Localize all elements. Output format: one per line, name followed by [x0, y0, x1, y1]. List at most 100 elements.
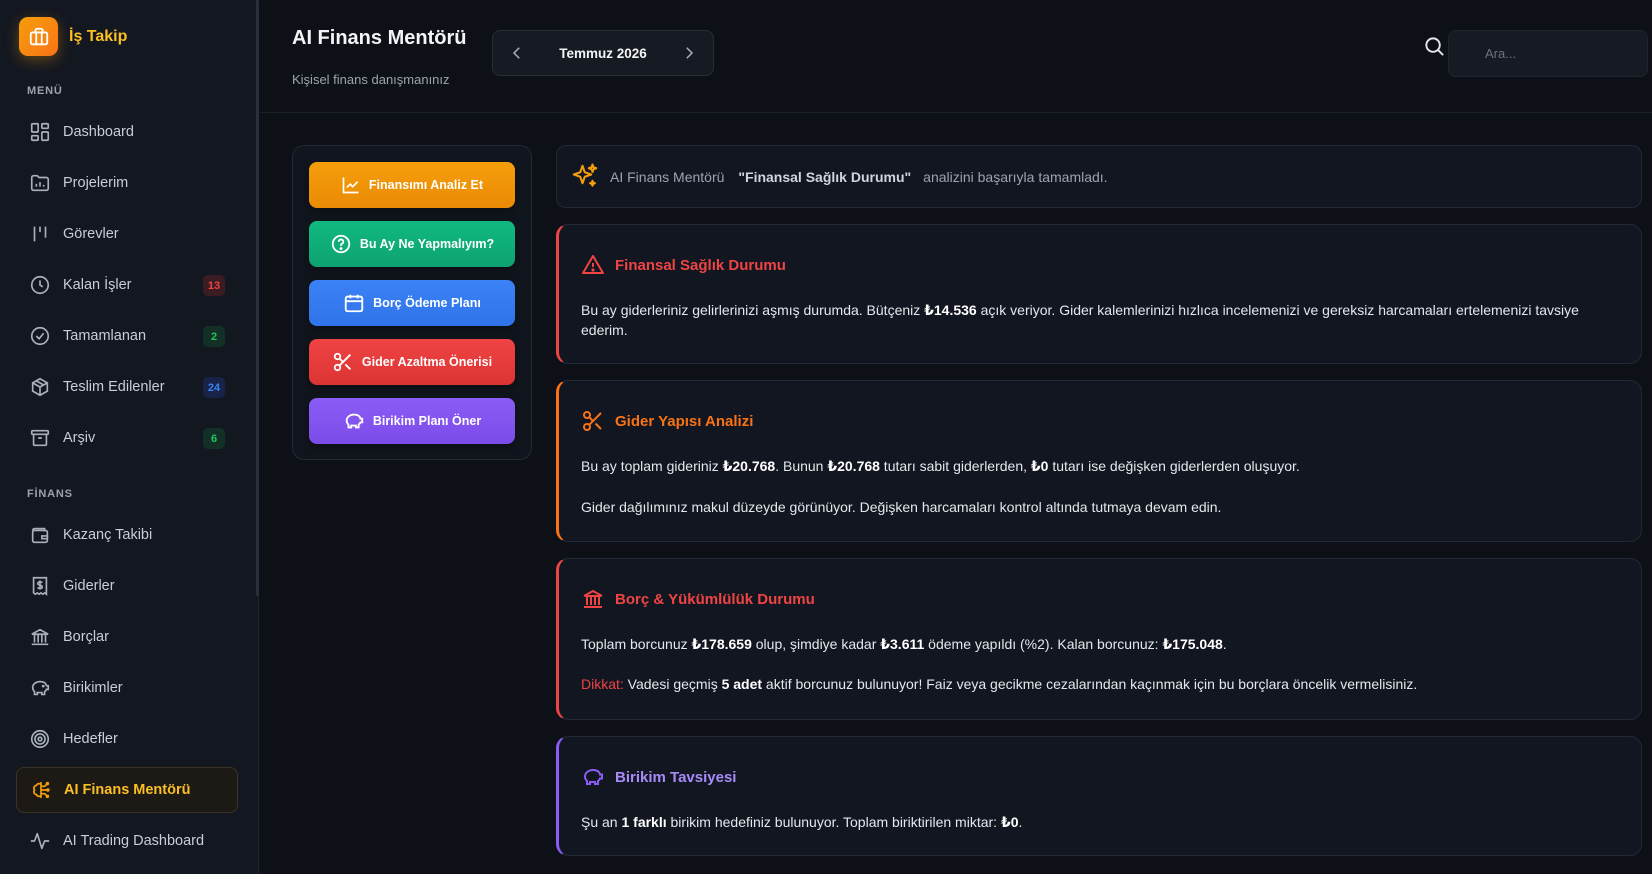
- text: olup, şimdiye kadar: [751, 636, 881, 652]
- notice-highlight: "Finansal Sağlık Durumu": [738, 168, 912, 185]
- sidebar-item-completed[interactable]: Tamamlanan 2: [16, 313, 238, 359]
- sidebar-item-expenses[interactable]: Giderler: [16, 563, 238, 609]
- notice-prefix: AI Finans Mentörü: [610, 168, 725, 185]
- count-badge: 24: [203, 377, 225, 398]
- month-picker: Temmuz 2026: [492, 30, 714, 76]
- analyze-finance-button[interactable]: Finansımı Analiz Et: [309, 162, 515, 208]
- app-logo[interactable]: İş Takip: [19, 17, 127, 56]
- text: Bu ay giderleriniz gelirlerinizi aşmış d…: [581, 302, 925, 318]
- count-badge: 2: [203, 326, 225, 347]
- fixed-expense: ₺20.768: [827, 458, 880, 474]
- text: tutarı ise değişken giderlerden oluşuyor…: [1048, 458, 1300, 474]
- page-title: AI Finans Mentörü: [292, 27, 467, 49]
- package-icon: [28, 375, 52, 399]
- card-title: Borç & Yükümlülük Durumu: [581, 587, 815, 611]
- text: . Bunun: [775, 458, 828, 474]
- sidebar-item-tasks[interactable]: Görevler: [16, 211, 238, 257]
- chevron-right-icon[interactable]: [677, 41, 701, 65]
- piggy-bank-icon: [28, 676, 52, 700]
- notice-suffix: analizini başarıyla tamamladı.: [923, 168, 1108, 185]
- count-badge: 6: [203, 428, 225, 449]
- sidebar-item-label: Giderler: [63, 578, 115, 594]
- sidebar-item-label: Kalan İşler: [63, 277, 132, 293]
- sidebar-item-archive[interactable]: Arşiv 6: [16, 415, 238, 461]
- debt-status-card: Borç & Yükümlülük Durumu Toplam borcunuz…: [556, 558, 1642, 720]
- paid-amount: ₺3.611: [880, 636, 925, 652]
- scissors-icon: [332, 351, 354, 373]
- folder-icon: [28, 171, 52, 195]
- card-body: Bu ay toplam gideriniz ₺20.768. Bunun ₺2…: [581, 456, 1619, 476]
- sidebar-item-dashboard[interactable]: Dashboard: [16, 109, 238, 155]
- financial-health-card: Finansal Sağlık Durumu Bu ay giderlerini…: [556, 224, 1642, 364]
- scissors-icon: [581, 409, 605, 433]
- sidebar-item-label: Görevler: [63, 226, 119, 242]
- card-title: Birikim Tavsiyesi: [581, 765, 736, 789]
- sidebar-scrollbar[interactable]: [256, 0, 259, 596]
- chevron-left-icon[interactable]: [505, 41, 529, 65]
- piggy-bank-icon: [343, 410, 365, 432]
- sidebar-item-projects[interactable]: Projelerim: [16, 160, 238, 206]
- sidebar-item-label: Birikimler: [63, 680, 123, 696]
- sidebar-item-savings[interactable]: Birikimler: [16, 665, 238, 711]
- sidebar-item-debts[interactable]: Borçlar: [16, 614, 238, 660]
- ai-actions-panel: Finansımı Analiz Et Bu Ay Ne Yapmalıyım?…: [292, 145, 532, 460]
- finance-section-label: FİNANS: [27, 488, 73, 500]
- text: Şu an: [581, 814, 622, 830]
- text: birikim hedefiniz bulunuyor. Toplam biri…: [666, 814, 1001, 830]
- variable-expense: ₺0: [1030, 458, 1049, 474]
- wallet-icon: [28, 523, 52, 547]
- sidebar-item-earnings[interactable]: Kazanç Takibi: [16, 512, 238, 558]
- clock-icon: [28, 273, 52, 297]
- card-title-text: Finansal Sağlık Durumu: [615, 256, 786, 274]
- sidebar-item-label: Teslim Edilenler: [63, 379, 165, 395]
- text: .: [1222, 636, 1227, 652]
- sidebar-item-ai-finance-mentor[interactable]: AI Finans Mentörü: [16, 767, 238, 813]
- search-icon[interactable]: [1423, 35, 1446, 63]
- card-body: Şu an 1 farklı birikim hedefiniz bulunuy…: [581, 812, 1619, 832]
- app-name: İş Takip: [69, 27, 128, 45]
- card-title: Finansal Sağlık Durumu: [581, 253, 786, 277]
- analysis-complete-notice: AI Finans Mentörü "Finansal Sağlık Durum…: [556, 145, 1642, 208]
- text: ödeme yapıldı (%2). Kalan borcunuz:: [924, 636, 1163, 652]
- saved-amount: ₺0: [1000, 814, 1019, 830]
- expense-reduction-button[interactable]: Gider Azaltma Önerisi: [309, 339, 515, 385]
- expense-structure-card: Gider Yapısı Analizi Bu ay toplam gideri…: [556, 380, 1642, 542]
- monthly-advice-button[interactable]: Bu Ay Ne Yapmalıyım?: [309, 221, 515, 267]
- sidebar: İş Takip MENÜ Dashboard Projelerim Görev…: [0, 0, 259, 874]
- savings-plan-button[interactable]: Birikim Planı Öner: [309, 398, 515, 444]
- page-subtitle: Kişisel finans danışmanınız: [292, 72, 450, 87]
- count-badge: 13: [203, 275, 225, 296]
- card-title-text: Birikim Tavsiyesi: [615, 768, 737, 786]
- menu-section-label: MENÜ: [27, 85, 63, 97]
- sidebar-item-delivered[interactable]: Teslim Edilenler 24: [16, 364, 238, 410]
- text: Vadesi geçmiş: [623, 676, 722, 692]
- text: tutarı sabit giderlerden,: [879, 458, 1031, 474]
- sidebar-item-label: AI Trading Dashboard: [63, 833, 205, 849]
- remaining-debt: ₺175.048: [1162, 636, 1223, 652]
- check-circle-icon: [28, 324, 52, 348]
- dashboard-icon: [28, 120, 52, 144]
- search-input[interactable]: [1448, 30, 1648, 77]
- overdue-count: 5 adet: [721, 676, 763, 692]
- total-expense: ₺20.768: [722, 458, 776, 474]
- debt-payment-plan-button[interactable]: Borç Ödeme Planı: [309, 280, 515, 326]
- sidebar-item-ai-trading-dashboard[interactable]: AI Trading Dashboard: [16, 818, 238, 864]
- sidebar-item-label: Hedefler: [63, 731, 118, 747]
- sidebar-item-label: AI Finans Mentörü: [64, 782, 191, 798]
- piggy-bank-icon: [581, 765, 605, 789]
- target-icon: [28, 727, 52, 751]
- sidebar-item-remaining[interactable]: Kalan İşler 13: [16, 262, 238, 308]
- chart-line-icon: [341, 175, 361, 195]
- card-body-note: Gider dağılımınız makul düzeyde görünüyo…: [581, 499, 1222, 515]
- deficit-amount: ₺14.536: [924, 302, 977, 318]
- current-month: Temmuz 2026: [559, 45, 647, 61]
- card-warning: Dikkat: Vadesi geçmiş 5 adet aktif borcu…: [581, 674, 1619, 694]
- sidebar-item-label: Arşiv: [63, 430, 96, 446]
- activity-icon: [28, 829, 52, 853]
- card-title: Gider Yapısı Analizi: [581, 409, 753, 433]
- sidebar-item-label: Tamamlanan: [63, 328, 147, 344]
- goal-count: 1 farklı: [621, 814, 667, 830]
- sidebar-item-goals[interactable]: Hedefler: [16, 716, 238, 762]
- card-title-text: Borç & Yükümlülük Durumu: [615, 590, 815, 608]
- page-header: AI Finans Mentörü Kişisel finans danışma…: [260, 0, 1652, 113]
